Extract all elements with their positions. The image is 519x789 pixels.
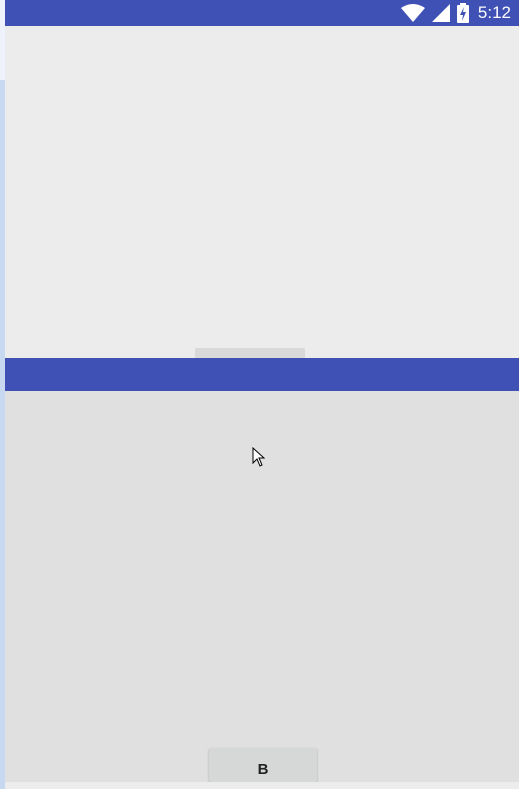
battery-charging-icon (456, 3, 469, 23)
top-pane (5, 26, 519, 360)
wifi-icon (400, 4, 425, 22)
mouse-cursor-icon (252, 447, 266, 467)
status-bar: 5:12 (5, 0, 519, 26)
bottom-edge (5, 782, 519, 789)
status-icons: 5:12 (400, 0, 511, 26)
pane-divider-bar[interactable] (5, 358, 519, 391)
b-button[interactable]: B (209, 748, 317, 782)
cell-signal-icon (431, 4, 450, 22)
status-time: 5:12 (477, 3, 511, 22)
